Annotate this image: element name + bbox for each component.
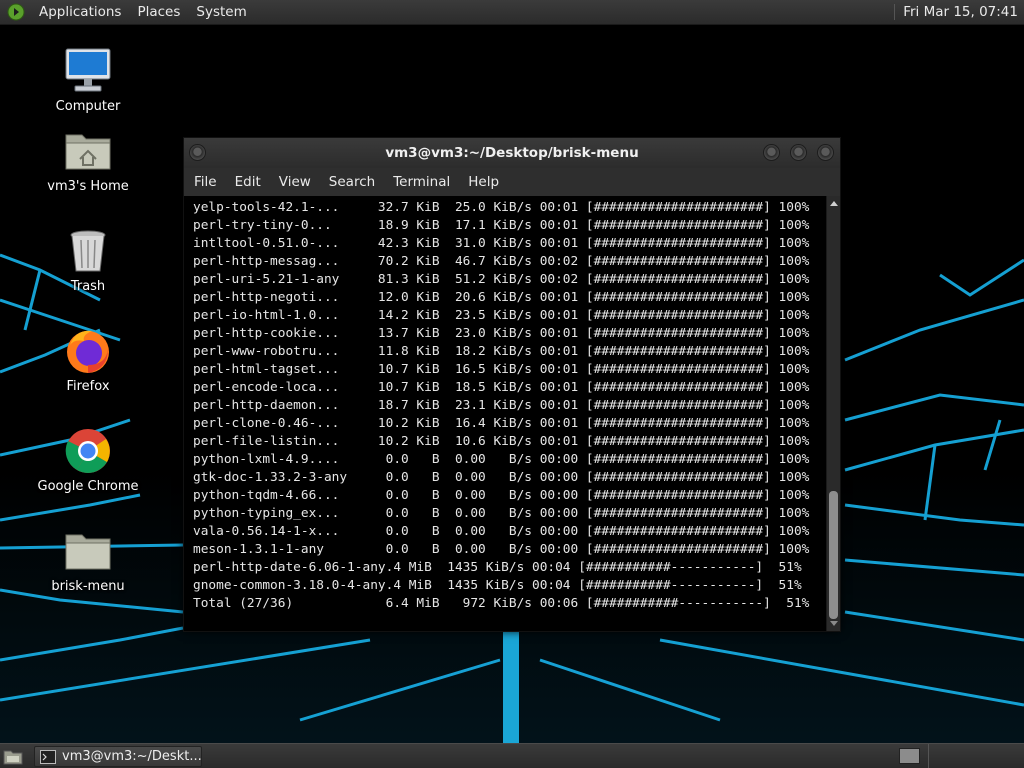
terminal-output[interactable]: yelp-tools-42.1-... 32.7 KiB 25.0 KiB/s … [184, 196, 826, 631]
menu-file[interactable]: File [187, 174, 224, 190]
show-desktop-icon[interactable] [3, 747, 23, 765]
terminal-line: perl-http-negoti... 12.0 KiB 20.6 KiB/s … [193, 290, 810, 305]
terminal-line: perl-html-tagset... 10.7 KiB 16.5 KiB/s … [193, 362, 810, 377]
desktop-icon-label: brisk-menu [51, 579, 125, 594]
taskbar-terminal-button[interactable]: vm3@vm3:~/Deskt... [34, 746, 202, 767]
terminal-line: gtk-doc-1.33.2-3-any 0.0 B 0.00 B/s 00:0… [193, 470, 810, 485]
menu-terminal[interactable]: Terminal [386, 174, 457, 190]
close-button[interactable] [817, 144, 834, 161]
desktop-icon-firefox[interactable]: Firefox [28, 325, 148, 394]
terminal-line: intltool-0.51.0-... 42.3 KiB 31.0 KiB/s … [193, 236, 810, 251]
menu-search[interactable]: Search [322, 174, 382, 190]
terminal-line: perl-encode-loca... 10.7 KiB 18.5 KiB/s … [193, 380, 810, 395]
desktop-icon-label: Computer [55, 99, 121, 114]
menu-view[interactable]: View [272, 174, 318, 190]
system-menu[interactable]: System [188, 0, 254, 25]
terminal-line: perl-http-date-6.06-1-any.4 MiB 1435 KiB… [193, 560, 802, 575]
terminal-line: gnome-common-3.18.0-4-any.4 MiB 1435 KiB… [193, 578, 802, 593]
desktop-icon-label: Google Chrome [37, 479, 139, 494]
desktop-icon-label: Trash [70, 279, 106, 294]
trash-icon [70, 230, 106, 272]
chrome-icon [65, 429, 110, 473]
desktop-icon-trash[interactable]: Trash [28, 225, 148, 294]
desktop-icon-label: vm3's Home [47, 179, 129, 194]
terminal-line: perl-try-tiny-0... 18.9 KiB 17.1 KiB/s 0… [193, 218, 810, 233]
window-title: vm3@vm3:~/Desktop/brisk-menu [385, 145, 639, 161]
terminal-icon [40, 749, 56, 764]
computer-icon [65, 48, 111, 92]
taskbar-terminal-label: vm3@vm3:~/Deskt... [62, 749, 202, 764]
desktop-icon-chrome[interactable]: Google Chrome [28, 425, 148, 494]
terminal-line: vala-0.56.14-1-x... 0.0 B 0.00 B/s 00:00… [193, 524, 810, 539]
menu-help[interactable]: Help [461, 174, 506, 190]
terminal-line: perl-uri-5.21-1-any 81.3 KiB 51.2 KiB/s … [193, 272, 810, 287]
terminal-line: python-tqdm-4.66... 0.0 B 0.00 B/s 00:00… [193, 488, 810, 503]
panel-tray-area [928, 744, 1024, 768]
maximize-button[interactable] [790, 144, 807, 161]
terminal-line: perl-file-listin... 10.2 KiB 10.6 KiB/s … [193, 434, 810, 449]
window-titlebar[interactable]: vm3@vm3:~/Desktop/brisk-menu [184, 138, 840, 168]
terminal-line: python-typing_ex... 0.0 B 0.00 B/s 00:00… [193, 506, 810, 521]
firefox-icon [67, 330, 109, 373]
desktop-icon-home[interactable]: vm3's Home [28, 125, 148, 194]
terminal-line: perl-http-daemon... 18.7 KiB 23.1 KiB/s … [193, 398, 810, 413]
home-folder-icon [65, 134, 111, 170]
terminal-line: Total (27/36) 6.4 MiB 972 KiB/s 00:06 [#… [193, 596, 810, 611]
clock[interactable]: Fri Mar 15, 07:41 [894, 4, 1024, 20]
menu-edit[interactable]: Edit [228, 174, 268, 190]
applications-menu[interactable]: Applications [31, 0, 129, 25]
workspace-switcher[interactable] [899, 748, 920, 764]
desktop-icon-computer[interactable]: Computer [28, 45, 148, 114]
terminal-line: perl-clone-0.46-... 10.2 KiB 16.4 KiB/s … [193, 416, 810, 431]
terminal-line: python-lxml-4.9.... 0.0 B 0.00 B/s 00:00… [193, 452, 810, 467]
desktop-icon-label: Firefox [66, 379, 110, 394]
scroll-up-arrow[interactable] [830, 201, 838, 206]
terminal-line: perl-io-html-1.0... 14.2 KiB 23.5 KiB/s … [193, 308, 810, 323]
terminal-scrollbar[interactable] [826, 196, 840, 631]
window-menu-button[interactable] [189, 144, 206, 161]
desktop-icon-brisk-menu[interactable]: brisk-menu [28, 525, 148, 594]
terminal-line: perl-http-cookie... 13.7 KiB 23.0 KiB/s … [193, 326, 810, 341]
folder-icon [65, 534, 111, 570]
terminal-menubar: File Edit View Search Terminal Help [184, 168, 840, 196]
terminal-line: perl-www-robotru... 11.8 KiB 18.2 KiB/s … [193, 344, 810, 359]
terminal-line: yelp-tools-42.1-... 32.7 KiB 25.0 KiB/s … [193, 200, 810, 215]
top-panel: Applications Places System Fri Mar 15, 0… [0, 0, 1024, 25]
terminal-line: meson-1.3.1-1-any 0.0 B 0.00 B/s 00:00 [… [193, 542, 810, 557]
mate-menu-icon[interactable] [7, 3, 25, 21]
scroll-down-arrow[interactable] [830, 621, 838, 626]
minimize-button[interactable] [763, 144, 780, 161]
terminal-line: perl-http-messag... 70.2 KiB 46.7 KiB/s … [193, 254, 810, 269]
bottom-panel: vm3@vm3:~/Deskt... [0, 743, 1024, 768]
terminal-window[interactable]: vm3@vm3:~/Desktop/brisk-menu File Edit V… [183, 137, 841, 632]
places-menu[interactable]: Places [129, 0, 188, 25]
scroll-thumb[interactable] [829, 491, 838, 619]
